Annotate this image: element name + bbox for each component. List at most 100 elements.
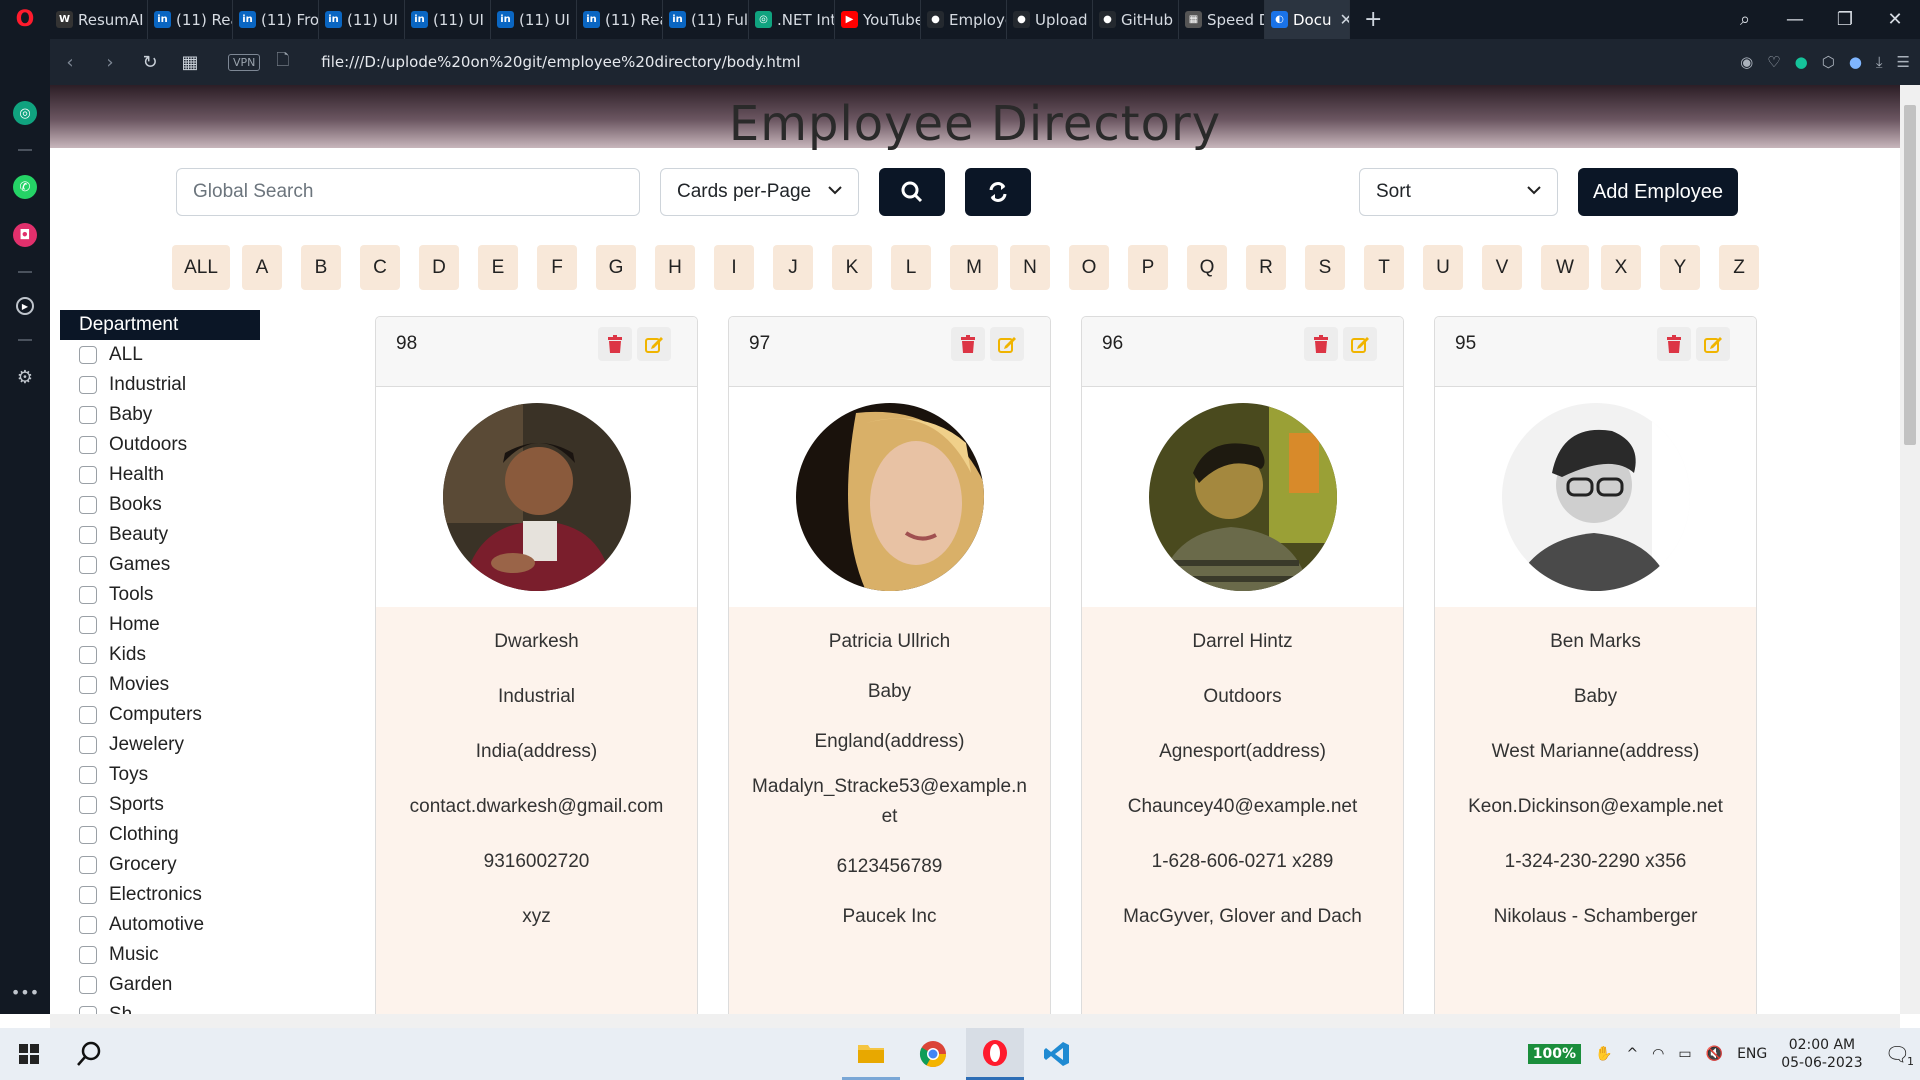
opera-logo-icon[interactable]: O bbox=[0, 0, 50, 39]
letter-filter-z[interactable]: Z bbox=[1719, 245, 1759, 290]
checkbox[interactable] bbox=[79, 676, 97, 694]
letter-filter-t[interactable]: T bbox=[1364, 245, 1404, 290]
checkbox[interactable] bbox=[79, 496, 97, 514]
sort-select[interactable]: Sort bbox=[1359, 168, 1558, 216]
checkbox[interactable] bbox=[79, 706, 97, 724]
touch-icon[interactable]: ✋ bbox=[1595, 1046, 1612, 1062]
refresh-button[interactable] bbox=[965, 168, 1031, 216]
department-option[interactable]: Electronics bbox=[60, 880, 260, 910]
edit-button[interactable] bbox=[1343, 327, 1377, 361]
checkbox[interactable] bbox=[79, 916, 97, 934]
close-window-icon[interactable]: ✕ bbox=[1870, 9, 1920, 30]
windows-start-icon[interactable] bbox=[0, 1028, 58, 1080]
letter-filter-l[interactable]: L bbox=[891, 245, 931, 290]
department-option[interactable]: Books bbox=[60, 490, 260, 520]
clock[interactable]: 02:00 AM 05-06-2023 bbox=[1781, 1036, 1862, 1072]
checkbox[interactable] bbox=[79, 646, 97, 664]
letter-filter-c[interactable]: C bbox=[360, 245, 400, 290]
tab-grid-icon[interactable]: ▦ bbox=[170, 52, 210, 73]
horizontal-scrollbar[interactable] bbox=[50, 1014, 1900, 1028]
letter-filter-e[interactable]: E bbox=[478, 245, 518, 290]
checkbox[interactable] bbox=[79, 1006, 97, 1014]
letter-filter-w[interactable]: W bbox=[1541, 245, 1589, 290]
department-option[interactable]: Garden bbox=[60, 970, 260, 1000]
browser-tab[interactable]: ▦ Speed Di bbox=[1179, 0, 1265, 39]
checkbox[interactable] bbox=[79, 826, 97, 844]
letter-filter-f[interactable]: F bbox=[537, 245, 577, 290]
battery-icon[interactable]: ▭ bbox=[1678, 1046, 1691, 1062]
letter-filter-q[interactable]: Q bbox=[1187, 245, 1227, 290]
checkbox[interactable] bbox=[79, 766, 97, 784]
tray-chevron-icon[interactable]: ^ bbox=[1626, 1046, 1638, 1062]
delete-button[interactable] bbox=[598, 327, 632, 361]
notification-icon[interactable]: 🗨 1 bbox=[1885, 1042, 1914, 1068]
checkbox[interactable] bbox=[79, 466, 97, 484]
cards-per-page-select[interactable]: Cards per-Page bbox=[660, 168, 859, 216]
browser-tab[interactable]: ● GitHub - bbox=[1093, 0, 1179, 39]
search-button[interactable] bbox=[879, 168, 945, 216]
search-tabs-icon[interactable]: ⌕ bbox=[1720, 9, 1770, 30]
close-tab-icon[interactable]: ✕ bbox=[1339, 10, 1349, 29]
delete-button[interactable] bbox=[1304, 327, 1338, 361]
edit-button[interactable] bbox=[1696, 327, 1730, 361]
taskbar-search-icon[interactable] bbox=[60, 1028, 118, 1080]
checkbox[interactable] bbox=[79, 976, 97, 994]
department-option[interactable]: Clothing bbox=[60, 820, 260, 850]
checkbox[interactable] bbox=[79, 886, 97, 904]
department-option[interactable]: Automotive bbox=[60, 910, 260, 940]
new-tab-icon[interactable]: + bbox=[1350, 7, 1396, 32]
wifi-icon[interactable]: ◠ bbox=[1652, 1046, 1664, 1062]
add-employee-button[interactable]: Add Employee bbox=[1578, 168, 1738, 216]
volume-muted-icon[interactable]: 🔇 bbox=[1706, 1046, 1723, 1062]
checkbox[interactable] bbox=[79, 436, 97, 454]
settings-gear-icon[interactable]: ⚙ bbox=[13, 365, 37, 389]
letter-filter-d[interactable]: D bbox=[419, 245, 459, 290]
department-option[interactable]: Jewelery bbox=[60, 730, 260, 760]
restore-icon[interactable]: ❐ bbox=[1820, 9, 1870, 30]
letter-filter-x[interactable]: X bbox=[1601, 245, 1641, 290]
department-option[interactable]: Music bbox=[60, 940, 260, 970]
department-option[interactable]: Home bbox=[60, 610, 260, 640]
letter-filter-v[interactable]: V bbox=[1482, 245, 1522, 290]
browser-tab[interactable]: ◐ Docu ✕ bbox=[1265, 0, 1350, 39]
department-option[interactable]: Industrial bbox=[60, 370, 260, 400]
instagram-icon[interactable]: ◘ bbox=[13, 223, 37, 247]
checkbox[interactable] bbox=[79, 346, 97, 364]
department-option[interactable]: Sports bbox=[60, 790, 260, 820]
department-option[interactable]: Health bbox=[60, 460, 260, 490]
global-search-input[interactable]: Global Search bbox=[176, 168, 640, 216]
browser-tab[interactable]: ● Upload fi bbox=[1007, 0, 1093, 39]
browser-tab[interactable]: ● Employee bbox=[921, 0, 1007, 39]
bookmark-heart-icon[interactable]: ♡ bbox=[1767, 53, 1780, 71]
department-option[interactable]: Grocery bbox=[60, 850, 260, 880]
browser-tab[interactable]: ◎ .NET Inter bbox=[749, 0, 835, 39]
letter-filter-i[interactable]: I bbox=[714, 245, 754, 290]
reload-icon[interactable]: ↻ bbox=[130, 52, 170, 73]
browser-tab[interactable]: in (11) Reac bbox=[148, 0, 233, 39]
delete-button[interactable] bbox=[951, 327, 985, 361]
department-option[interactable]: Games bbox=[60, 550, 260, 580]
department-option[interactable]: Movies bbox=[60, 670, 260, 700]
whatsapp-icon[interactable]: ✆ bbox=[13, 175, 37, 199]
letter-filter-n[interactable]: N bbox=[1010, 245, 1050, 290]
checkbox[interactable] bbox=[79, 736, 97, 754]
letter-filter-j[interactable]: J bbox=[773, 245, 813, 290]
letter-filter-g[interactable]: G bbox=[596, 245, 636, 290]
vpn-badge[interactable]: VPN bbox=[228, 53, 261, 71]
department-option[interactable]: Beauty bbox=[60, 520, 260, 550]
department-option[interactable]: Sh bbox=[60, 1000, 260, 1014]
language-indicator[interactable]: ENG bbox=[1737, 1046, 1767, 1062]
opera-taskbar-icon[interactable] bbox=[966, 1028, 1024, 1080]
url-field[interactable]: file:///D:/uplode%20on%20git/employee%20… bbox=[321, 53, 800, 71]
letter-filter-u[interactable]: U bbox=[1423, 245, 1463, 290]
letter-filter-p[interactable]: P bbox=[1128, 245, 1168, 290]
grammarly-icon[interactable]: ● bbox=[1795, 53, 1808, 71]
browser-tab[interactable]: in (11) React bbox=[577, 0, 663, 39]
department-option[interactable]: Outdoors bbox=[60, 430, 260, 460]
browser-tab[interactable]: W ResumAI bbox=[50, 0, 148, 39]
letter-filter-k[interactable]: K bbox=[832, 245, 872, 290]
letter-filter-b[interactable]: B bbox=[301, 245, 341, 290]
file-explorer-icon[interactable] bbox=[842, 1028, 900, 1080]
browser-tab[interactable]: in (11) UI De bbox=[491, 0, 577, 39]
checkbox[interactable] bbox=[79, 526, 97, 544]
